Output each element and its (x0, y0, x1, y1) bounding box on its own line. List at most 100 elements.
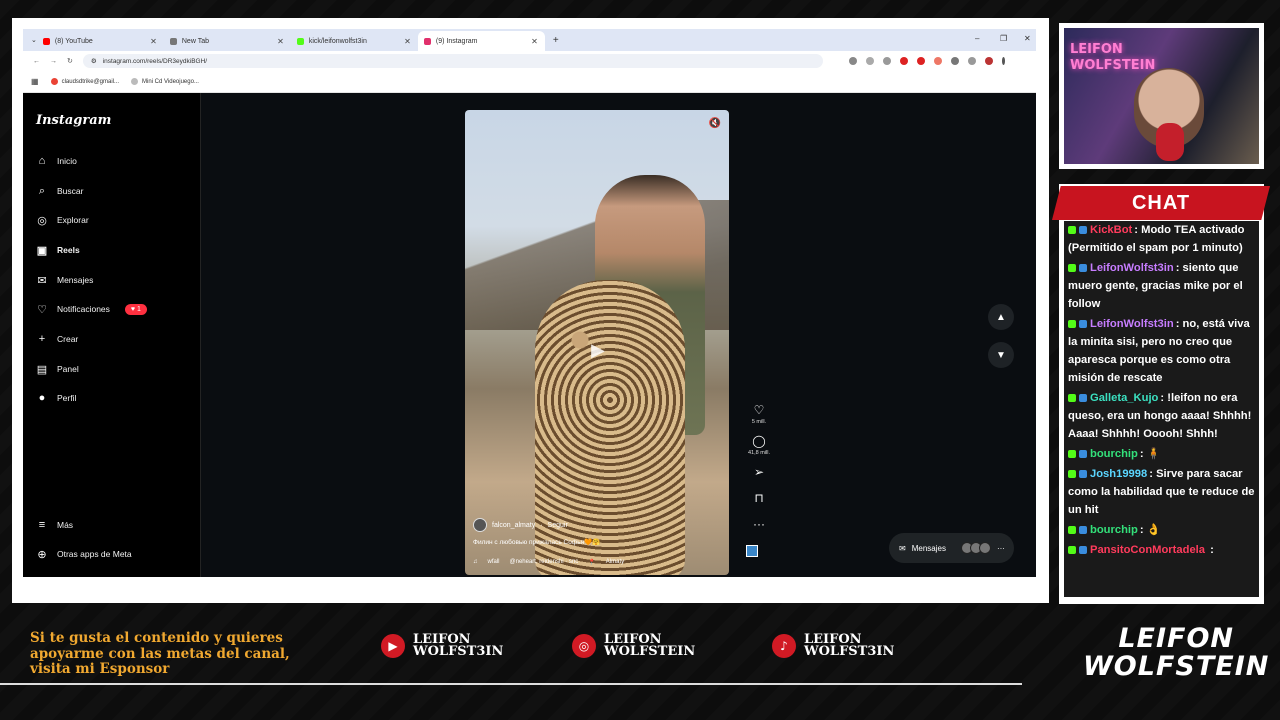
extension-icon[interactable] (899, 57, 908, 65)
reels-viewer: ▶ 🔇 falcon_almaty · Seguir Филин с любовью… (201, 93, 1036, 577)
reel-video[interactable]: ▶ 🔇 falcon_almaty · Seguir Филин с любовью… (465, 110, 729, 575)
nav-crear[interactable]: + Crear (36, 333, 78, 345)
search-icon: ⌕ (38, 184, 46, 197)
bookmark-videojuego[interactable]: Mini Cd Videojuego... (131, 78, 199, 85)
restore-button[interactable]: ❐ (1000, 34, 1007, 43)
nav-label: Mensajes (57, 275, 94, 285)
new-tab-button[interactable]: + (553, 35, 559, 46)
chat-username[interactable]: LeifonWolfst3in (1090, 262, 1174, 274)
menu-icon[interactable] (1001, 57, 1005, 65)
chat-username[interactable]: KickBot (1090, 224, 1132, 236)
notification-badge: ♥ 1 (124, 303, 147, 315)
back-icon[interactable]: ← (33, 58, 40, 65)
follow-button[interactable]: Seguir (548, 522, 568, 529)
minimize-button[interactable]: – (975, 34, 979, 43)
nav-buscar[interactable]: ⌕ Buscar (36, 184, 84, 197)
close-tab-icon[interactable]: ✕ (277, 37, 284, 46)
bookmark-label: claudsdtrike@gmail... (61, 78, 120, 85)
chat-colon: : (1175, 318, 1183, 330)
avatar[interactable] (984, 57, 993, 65)
nav-mas[interactable]: ≡ Más (36, 519, 73, 531)
instagram-logo[interactable]: Instagram (36, 113, 111, 128)
bookmark-gmail[interactable]: claudsdtrike@gmail... (50, 78, 120, 85)
social-youtube[interactable]: ▶ LEIFON WOLFST3IN (381, 633, 503, 658)
compass-icon: ◎ (37, 214, 47, 227)
tab-label: (9) Instagram (435, 37, 478, 45)
apps-grid-icon[interactable]: ▦ (31, 77, 39, 86)
nav-panel[interactable]: ▤ Panel (36, 363, 79, 376)
close-tab-icon[interactable]: ✕ (150, 37, 157, 46)
hamburger-icon: ≡ (38, 519, 46, 531)
kick-badge-icon (1068, 470, 1076, 479)
browser-window: ⌄ (8) YouTube ✕ New Tab ✕ kick/leifonwolfs… (23, 29, 1036, 577)
extension-icon[interactable] (933, 57, 942, 65)
comment-count: 41,8 mill. (747, 450, 770, 456)
avatar (978, 542, 991, 554)
previous-reel-button[interactable]: ▲ (988, 304, 1014, 330)
nav-mensajes[interactable]: ✉ Mensajes (36, 274, 94, 287)
instagram-icon: ◎ (572, 634, 596, 658)
music-title[interactable]: wfall (488, 559, 500, 566)
chat-username[interactable]: bourchip (1090, 524, 1138, 536)
instagram-sidebar: Instagram ⌂ Inicio ⌕ Buscar ◎ Explorar ▣ Ree… (23, 93, 201, 577)
message-avatars (960, 542, 991, 554)
site-info-icon[interactable]: ⚙ (91, 57, 97, 65)
chat-username[interactable]: Josh19998 (1090, 468, 1147, 480)
music-artists[interactable]: @neheart, reidenshi · snc (510, 559, 579, 566)
tab-youtube[interactable]: (8) YouTube ✕ (37, 31, 164, 51)
tab-instagram[interactable]: (9) Instagram ✕ (417, 31, 545, 51)
chat-username[interactable]: PansitoConMortadela (1090, 544, 1205, 556)
play-icon[interactable]: ▶ (583, 335, 613, 365)
url-field[interactable]: ⚙ instagram.com/reels/DR3eydkiBGH/ (82, 54, 823, 68)
extension-icon[interactable] (882, 57, 891, 65)
close-window-button[interactable]: ✕ (1024, 34, 1031, 43)
extension-icon[interactable] (916, 57, 925, 65)
instagram-page: Instagram ⌂ Inicio ⌕ Buscar ◎ Explorar ▣ Ree… (23, 93, 1036, 577)
social-tiktok[interactable]: ♪ LEIFON WOLFST3IN (772, 633, 894, 658)
like-heart-icon[interactable]: ♡ (744, 403, 774, 417)
reload-icon[interactable]: ↻ (67, 57, 73, 65)
author-avatar[interactable] (473, 518, 487, 532)
cast-icon[interactable] (848, 57, 857, 65)
download-icon[interactable] (967, 57, 976, 65)
more-icon: ··· (996, 543, 1005, 553)
author-name[interactable]: falcon_almaty (492, 522, 535, 529)
like-count: 5 mill. (751, 419, 767, 425)
puzzle-icon[interactable] (950, 57, 959, 65)
nav-meta-apps[interactable]: ⊕ Otras apps de Meta (36, 548, 131, 561)
nav-inicio[interactable]: ⌂ Inicio (36, 155, 77, 167)
reel-caption[interactable]: Филин с любовью прижалась Софья🧡🤗 (473, 538, 600, 546)
nav-notificaciones[interactable]: ♡ Notificaciones ♥ 1 (36, 303, 147, 316)
social-instagram[interactable]: ◎ LEIFON WOLFSTEIN (572, 633, 695, 658)
location-label[interactable]: Almaty (606, 559, 624, 566)
chat-frame: KickBot: Modo TEA activado (Permitido el… (1059, 184, 1264, 604)
more-options-icon[interactable]: ··· (744, 517, 774, 531)
star-icon[interactable] (865, 57, 874, 65)
chat-colon: : (1207, 544, 1214, 556)
bookmark-label: Mini Cd Videojuego... (142, 78, 199, 85)
bookmark-icon[interactable]: ⊓ (744, 491, 774, 505)
chat-colon: : (1175, 262, 1183, 274)
comment-icon[interactable]: ◯ (744, 434, 774, 448)
close-tab-icon[interactable]: ✕ (404, 37, 411, 46)
forward-icon[interactable]: → (50, 58, 57, 65)
chat-text: 🧍 (1146, 448, 1161, 460)
badge-icon (1079, 546, 1087, 555)
close-tab-icon[interactable]: ✕ (531, 37, 538, 46)
share-icon[interactable]: ➢ (744, 465, 774, 479)
nav-perfil[interactable]: ● Perfil (36, 392, 77, 404)
nav-explorar[interactable]: ◎ Explorar (36, 214, 88, 227)
chat-username[interactable]: Galleta_Kujo (1090, 392, 1158, 404)
messages-pill[interactable]: ✉ Mensajes ··· (889, 533, 1014, 563)
mute-icon[interactable]: 🔇 (709, 118, 721, 129)
audio-thumbnail[interactable] (746, 545, 758, 557)
chat-header: CHAT (1052, 186, 1270, 220)
nav-reels[interactable]: ▣ Reels (36, 244, 80, 257)
kick-badge-icon (1068, 320, 1076, 329)
tab-kick[interactable]: kick/leifonwolfst3in ✕ (291, 31, 418, 51)
footer-divider (0, 683, 1022, 685)
tab-new-tab[interactable]: New Tab ✕ (164, 31, 291, 51)
chat-username[interactable]: LeifonWolfst3in (1090, 318, 1174, 330)
chat-username[interactable]: bourchip (1090, 448, 1138, 460)
next-reel-button[interactable]: ▼ (988, 342, 1014, 368)
